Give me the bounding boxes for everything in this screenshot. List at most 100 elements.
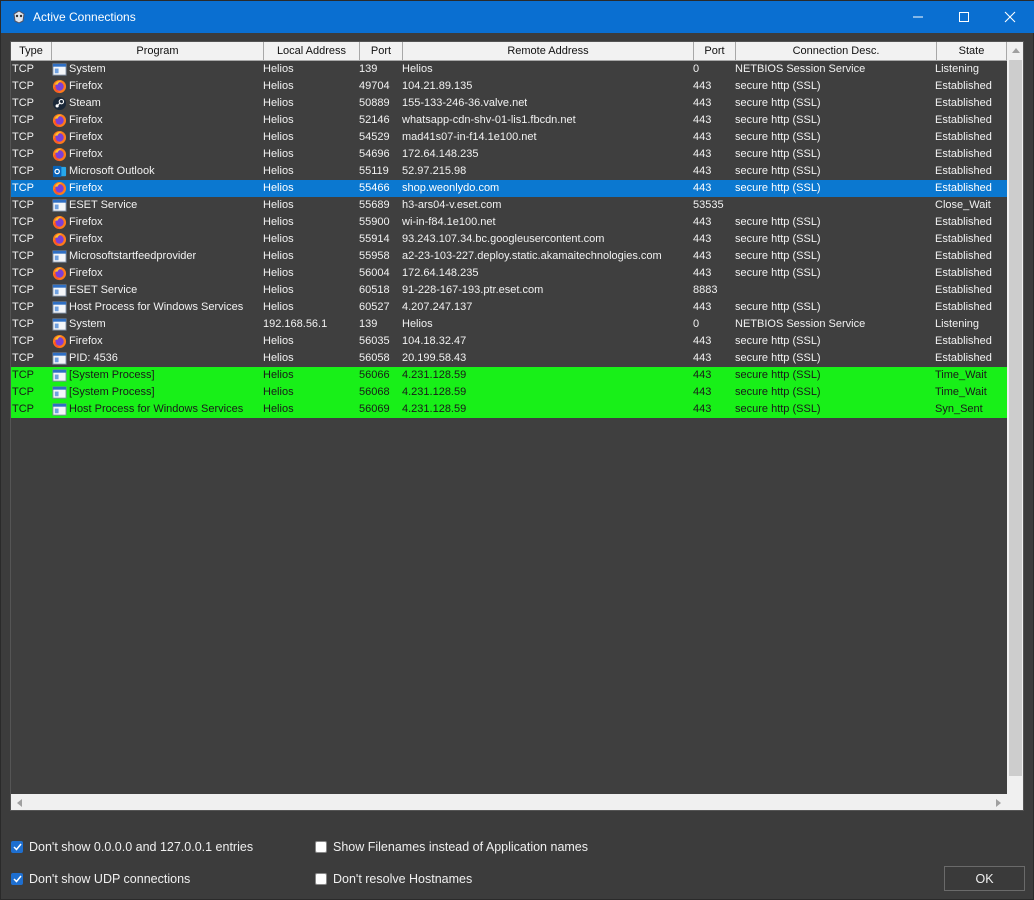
cell-local: Helios xyxy=(263,369,294,381)
cell-remote: wi-in-f84.1e100.net xyxy=(402,216,496,228)
system-icon xyxy=(52,198,67,213)
table-row[interactable]: TCP Firefox Helios 52146 whatsapp-cdn-shv-01… xyxy=(11,112,1007,129)
cell-remote: 93.243.107.34.bc.googleusercontent.com xyxy=(402,233,605,245)
close-button[interactable] xyxy=(987,1,1033,33)
cell-remote: h3-ars04-v.eset.com xyxy=(402,199,502,211)
table-row[interactable]: TCP Host Process for Windows Services Heli… xyxy=(11,401,1007,418)
table-row[interactable]: TCP PID: 4536 Helios 56058 20.199.58.43 443 se… xyxy=(11,350,1007,367)
maximize-button[interactable] xyxy=(941,1,987,33)
cell-desc: secure http (SSL) xyxy=(735,182,821,194)
scroll-left-arrow-icon[interactable] xyxy=(11,794,28,810)
cell-lport: 139 xyxy=(359,318,378,330)
table-row[interactable]: TCP System Helios 139 Helios 0 NETBIOS Session… xyxy=(11,61,1007,78)
system-icon xyxy=(52,385,67,400)
table-row[interactable]: TCP Firefox Helios 55466 shop.weonlydo.com 44… xyxy=(11,180,1007,197)
cell-remote: 172.64.148.235 xyxy=(402,267,479,279)
table-row[interactable]: TCP Firefox Helios 49704 104.21.89.135 443 sec… xyxy=(11,78,1007,95)
option-hide-udp[interactable]: Don't show UDP connections xyxy=(11,871,190,887)
cell-state: Established xyxy=(935,114,992,126)
cell-remote: 4.207.247.137 xyxy=(402,301,473,313)
cell-remote: 20.199.58.43 xyxy=(402,352,467,364)
system-icon xyxy=(52,317,67,332)
cell-lport: 52146 xyxy=(359,114,390,126)
cell-state: Listening xyxy=(935,318,980,330)
checkbox-unchecked-icon[interactable] xyxy=(315,873,327,885)
cell-lport: 55689 xyxy=(359,199,390,211)
column-header-remote-address[interactable]: Remote Address xyxy=(403,42,694,61)
table-row[interactable]: TCP Microsoftstartfeedprovider Helios 55958… xyxy=(11,248,1007,265)
minimize-button[interactable] xyxy=(895,1,941,33)
connections-grid[interactable]: Type Program Local Address Port Remote A… xyxy=(10,41,1024,811)
cell-state: Time_Wait xyxy=(935,386,987,398)
horizontal-scrollbar[interactable] xyxy=(11,794,1007,810)
column-header-program[interactable]: Program xyxy=(52,42,264,61)
scroll-right-arrow-icon[interactable] xyxy=(990,794,1007,810)
title-bar[interactable]: Active Connections xyxy=(1,1,1034,33)
column-header-type[interactable]: Type xyxy=(11,42,52,61)
cell-remote: whatsapp-cdn-shv-01-lis1.fbcdn.net xyxy=(402,114,576,126)
table-row[interactable]: TCP Firefox Helios 54696 172.64.148.235 443 se… xyxy=(11,146,1007,163)
cell-type: TCP xyxy=(12,199,34,211)
table-row[interactable]: TCP Firefox Helios 55914 93.243.107.34.bc.go… xyxy=(11,231,1007,248)
option-dont-resolve-hostnames[interactable]: Don't resolve Hostnames xyxy=(315,871,472,887)
cell-lport: 55900 xyxy=(359,216,390,228)
table-row[interactable]: TCP System 192.168.56.1 139 Helios 0 NETBIOS S… xyxy=(11,316,1007,333)
cell-state: Established xyxy=(935,80,992,92)
steam-icon xyxy=(52,96,67,111)
checkbox-checked-icon[interactable] xyxy=(11,873,23,885)
app-icon xyxy=(11,9,27,25)
cell-desc: secure http (SSL) xyxy=(735,148,821,160)
cell-state: Established xyxy=(935,335,992,347)
vertical-scrollbar[interactable] xyxy=(1007,42,1023,805)
vertical-scroll-thumb[interactable] xyxy=(1009,60,1022,776)
cell-type: TCP xyxy=(12,352,34,364)
table-row[interactable]: TCP Steam Helios 50889 155-133-246-36.valve.… xyxy=(11,95,1007,112)
column-header-state[interactable]: State xyxy=(937,42,1007,61)
table-row[interactable]: TCP [System Process] Helios 56066 4.231.128.… xyxy=(11,367,1007,384)
firefox-icon xyxy=(52,113,67,128)
cell-desc: secure http (SSL) xyxy=(735,114,821,126)
cell-lport: 50889 xyxy=(359,97,390,109)
table-row[interactable]: TCP Firefox Helios 56004 172.64.148.235 443 se… xyxy=(11,265,1007,282)
firefox-icon xyxy=(52,232,67,247)
cell-local: Helios xyxy=(263,199,294,211)
column-header-remote-port[interactable]: Port xyxy=(694,42,736,61)
column-header-connection-desc[interactable]: Connection Desc. xyxy=(736,42,937,61)
ok-button[interactable]: OK xyxy=(944,866,1025,891)
cell-local: Helios xyxy=(263,352,294,364)
cell-lport: 54696 xyxy=(359,148,390,160)
checkbox-checked-icon[interactable] xyxy=(11,841,23,853)
table-row[interactable]: TCP [System Process] Helios 56068 4.231.128.… xyxy=(11,384,1007,401)
cell-lport: 55119 xyxy=(359,165,389,177)
column-header-local-address[interactable]: Local Address xyxy=(264,42,360,61)
table-row[interactable]: TCP Firefox Helios 56035 104.18.32.47 443 secu… xyxy=(11,333,1007,350)
table-row[interactable]: TCP Host Process for Windows Services Heli… xyxy=(11,299,1007,316)
cell-type: TCP xyxy=(12,97,34,109)
table-row[interactable]: TCP ESET Service Helios 60518 91-228-167-193… xyxy=(11,282,1007,299)
cell-type: TCP xyxy=(12,182,34,194)
cell-desc: secure http (SSL) xyxy=(735,97,821,109)
option-hide-local-entries[interactable]: Don't show 0.0.0.0 and 127.0.0.1 entries xyxy=(11,839,253,855)
scroll-up-arrow-icon[interactable] xyxy=(1007,42,1023,59)
cell-desc: secure http (SSL) xyxy=(735,233,821,245)
cell-desc: secure http (SSL) xyxy=(735,80,821,92)
column-header-local-port[interactable]: Port xyxy=(360,42,403,61)
cell-local: Helios xyxy=(263,80,294,92)
option-show-filenames-label: Show Filenames instead of Application na… xyxy=(333,840,589,854)
cell-program: PID: 4536 xyxy=(69,352,118,364)
cell-local: Helios xyxy=(263,335,294,347)
checkbox-unchecked-icon[interactable] xyxy=(315,841,327,853)
cell-state: Established xyxy=(935,267,992,279)
cell-rport: 443 xyxy=(693,114,712,126)
table-row[interactable]: TCP Microsoft Outlook Helios 55119 52.97.215… xyxy=(11,163,1007,180)
table-row[interactable]: TCP Firefox Helios 54529 mad41s07-in-f14.1e1… xyxy=(11,129,1007,146)
cell-local: Helios xyxy=(263,182,294,194)
table-row[interactable]: TCP ESET Service Helios 55689 h3-ars04-v.ese… xyxy=(11,197,1007,214)
cell-remote: shop.weonlydo.com xyxy=(402,182,500,194)
system-icon xyxy=(52,62,67,77)
option-show-filenames[interactable]: Show Filenames instead of Application na… xyxy=(315,839,588,855)
system-icon xyxy=(52,283,67,298)
cell-lport: 54529 xyxy=(359,131,390,143)
cell-remote: 172.64.148.235 xyxy=(402,148,479,160)
table-row[interactable]: TCP Firefox Helios 55900 wi-in-f84.1e100.net… xyxy=(11,214,1007,231)
